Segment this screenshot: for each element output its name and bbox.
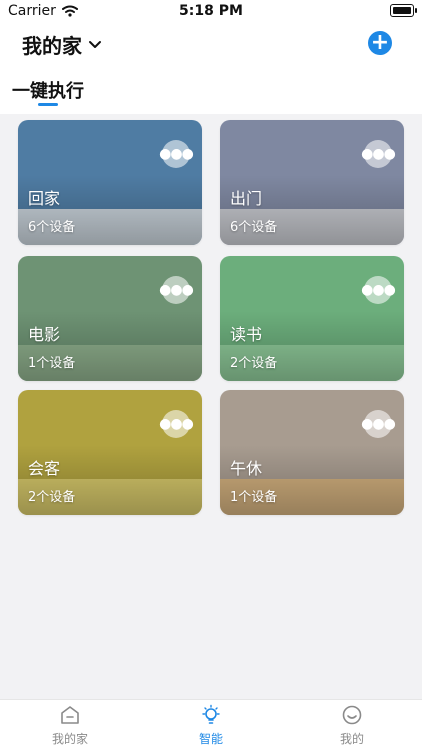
more-icon: ●●● [361, 282, 396, 298]
more-button[interactable]: ●●● [361, 276, 396, 304]
more-icon: ●●● [159, 146, 194, 162]
more-icon: ●●● [159, 416, 194, 432]
battery-icon [390, 4, 417, 17]
more-button[interactable]: ●●● [159, 410, 194, 438]
scene-card-guest[interactable]: ●●● 会客 2个设备 [18, 390, 202, 515]
scene-card-reading[interactable]: ●●● 读书 2个设备 [220, 256, 404, 381]
scene-name: 电影 [28, 325, 61, 344]
tab-one-click[interactable]: 一键执行 [12, 77, 84, 103]
tab-my-home[interactable]: 我的家 [10, 704, 130, 747]
scene-name: 读书 [230, 325, 263, 344]
more-icon: ●●● [159, 282, 194, 298]
tab-label: 我的家 [51, 732, 88, 746]
header: Carrier 5:18 PM 我的家 + 一键执行 [0, 0, 422, 114]
status-time: 5:18 PM [179, 3, 243, 19]
bottom-tab-bar: 我的家 智能 我的 [0, 699, 422, 751]
scene-card-nap[interactable]: ●●● 午休 1个设备 [220, 390, 404, 515]
more-button[interactable]: ●●● [361, 140, 396, 168]
lightbulb-icon [202, 704, 220, 724]
chevron-down-icon [89, 40, 101, 48]
tab-underline [38, 103, 58, 106]
scene-name: 午休 [230, 459, 263, 478]
scene-device-count: 6个设备 [28, 220, 76, 235]
add-scene-button[interactable]: + [368, 31, 392, 55]
scene-card-movie[interactable]: ●●● 电影 1个设备 [18, 256, 202, 381]
smiley-icon [342, 705, 362, 725]
status-bar: Carrier 5:18 PM [0, 0, 422, 22]
scene-name: 会客 [28, 459, 61, 478]
more-button[interactable]: ●●● [361, 410, 396, 438]
scene-device-count: 1个设备 [230, 490, 278, 505]
plus-icon: + [370, 30, 390, 55]
scene-device-count: 2个设备 [230, 356, 278, 371]
home-icon [61, 706, 79, 724]
home-title: 我的家 [22, 34, 82, 58]
tab-label: 我的 [339, 732, 364, 746]
scene-device-count: 6个设备 [230, 220, 278, 235]
home-selector[interactable]: 我的家 [22, 30, 102, 59]
scene-name: 回家 [28, 189, 61, 208]
tab-me[interactable]: 我的 [292, 704, 412, 747]
tab-label: 智能 [198, 732, 223, 746]
scene-device-count: 1个设备 [28, 356, 76, 371]
more-icon: ●●● [361, 416, 396, 432]
scene-card-leave[interactable]: ●●● 出门 6个设备 [220, 120, 404, 245]
more-button[interactable]: ●●● [159, 276, 194, 304]
tab-smart[interactable]: 智能 [151, 704, 271, 747]
more-button[interactable]: ●●● [159, 140, 194, 168]
scene-name: 出门 [230, 189, 263, 208]
more-icon: ●●● [361, 146, 396, 162]
scene-device-count: 2个设备 [28, 490, 76, 505]
scene-card-home[interactable]: ●●● 回家 6个设备 [18, 120, 202, 245]
